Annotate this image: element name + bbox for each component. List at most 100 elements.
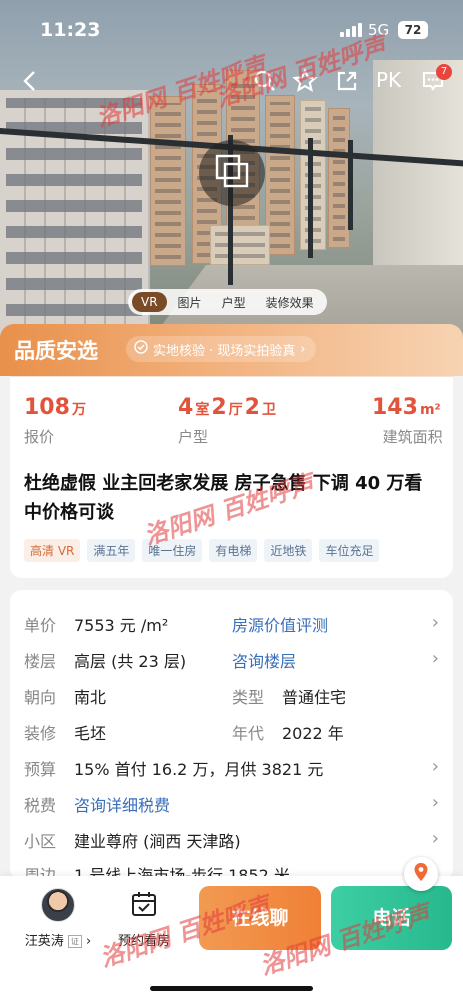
chevron-right-icon[interactable]: › — [432, 612, 439, 633]
layout-block: 4 室 2 厅 2 卫 户型 — [178, 395, 278, 447]
tag: 满五年 — [87, 539, 136, 562]
decoration-value: 毛坯 — [74, 724, 107, 743]
chevron-right-icon[interactable]: › — [432, 756, 439, 777]
consult-floor-link[interactable]: 咨询楼层 — [232, 648, 296, 672]
row-orientation: 朝向 南北 类型 普通住宅 — [10, 678, 453, 714]
row-budget[interactable]: 预算 15% 首付 16.2 万，月供 3821 元 › — [10, 750, 453, 786]
type-value: 普通住宅 — [282, 688, 347, 707]
row-floor: 楼层 高层 (共 23 层) 咨询楼层 › — [10, 642, 453, 678]
quality-title: 品质安选 — [14, 339, 98, 363]
baths-unit: 卫 — [261, 402, 276, 418]
value-assessment-link[interactable]: 房源价值评测 — [232, 612, 328, 636]
vr-view-button[interactable] — [199, 140, 265, 206]
message-count-badge: 7 — [436, 64, 452, 80]
row-tax[interactable]: 税费 咨询详细税费 › — [10, 786, 453, 822]
row-community[interactable]: 小区 建业尊府 (涧西 天津路) › — [10, 822, 453, 858]
area-label: 建筑面积 — [382, 428, 443, 446]
type-key: 类型 — [232, 688, 265, 707]
building — [210, 225, 270, 265]
price-value: 108 — [24, 395, 70, 420]
online-chat-button[interactable]: 在线聊 — [199, 886, 321, 950]
signal-icon — [340, 23, 362, 37]
year-key: 年代 — [232, 724, 265, 743]
building — [150, 96, 186, 266]
tab-decoration[interactable]: 装修效果 — [257, 291, 323, 314]
verify-text: 实地核验 · 现场实拍验真 — [153, 343, 296, 359]
bottom-action-bar: 汪英涛 证 › 预约看房 在线聊 电话 — [0, 876, 463, 1000]
chevron-right-icon[interactable]: › — [432, 792, 439, 813]
listing-headline: 杜绝虚假 业主回老家发展 房子急售 下调 40 万看中价格可谈 — [24, 473, 423, 523]
area-value: 143 — [372, 395, 418, 420]
orientation-key: 朝向 — [24, 688, 57, 707]
battery-icon: 72 — [398, 21, 428, 39]
status-bar: 11:23 5G 72 — [0, 0, 463, 56]
tax-key: 税费 — [24, 796, 57, 815]
location-pin-icon — [413, 862, 429, 886]
verify-pill[interactable]: 实地核验 · 现场实拍验真 › — [126, 336, 316, 362]
appointment-label: 预约看房 — [117, 934, 170, 949]
railing-post — [308, 138, 313, 258]
price-unit: 万 — [71, 402, 86, 418]
budget-value: 15% 首付 16.2 万，月供 3821 元 — [74, 760, 324, 779]
calendar-check-icon — [130, 892, 158, 922]
halls-count: 2 — [211, 395, 227, 420]
chevron-right-icon: › — [300, 341, 306, 357]
tab-floorplan[interactable]: 户型 — [213, 291, 255, 314]
row-unit-price: 单价 7553 元 /m² 房源价值评测 › — [10, 606, 453, 642]
favorite-star-icon[interactable] — [290, 66, 320, 96]
price-label: 报价 — [24, 428, 55, 446]
tag: 近地铁 — [264, 539, 313, 562]
agent-profile[interactable]: 汪英涛 证 › — [18, 888, 98, 949]
layout-label: 户型 — [178, 428, 209, 446]
chevron-right-icon: › — [86, 934, 92, 949]
area-unit: m² — [419, 402, 441, 418]
summary-card: 108 万 报价 4 室 2 厅 2 卫 户型 143 m² 建筑面积 杜绝虚假… — [10, 376, 453, 578]
detail-card: 单价 7553 元 /m² 房源价值评测 › 楼层 高层 (共 23 层) 咨询… — [10, 590, 453, 880]
community-key: 小区 — [24, 832, 57, 851]
decoration-key: 装修 — [24, 724, 57, 743]
compare-pk-button[interactable]: PK — [376, 68, 401, 92]
share-icon[interactable] — [332, 66, 362, 96]
tag-hd-vr: 高清 VR — [24, 539, 81, 562]
building — [300, 100, 326, 250]
chevron-right-icon[interactable]: › — [432, 648, 439, 669]
search-icon[interactable] — [250, 66, 280, 96]
network-label: 5G — [368, 21, 390, 39]
appointment-button[interactable]: 预约看房 — [112, 890, 176, 949]
rooms-count: 4 — [178, 395, 194, 420]
floor-value: 高层 (共 23 层) — [74, 652, 187, 671]
back-icon[interactable] — [14, 66, 44, 96]
tab-photos[interactable]: 图片 — [169, 291, 211, 314]
tag-list: 高清 VR 满五年 唯一住房 有电梯 近地铁 车位充足 — [24, 539, 380, 562]
area-block: 143 m² 建筑面积 — [372, 395, 443, 447]
orientation-value: 南北 — [74, 688, 107, 707]
status-time: 11:23 — [40, 19, 101, 41]
top-nav: PK 7 — [0, 62, 463, 102]
chevron-right-icon[interactable]: › — [432, 828, 439, 849]
call-button[interactable]: 电话 — [331, 886, 452, 950]
agent-avatar[interactable] — [41, 888, 75, 922]
home-indicator — [150, 986, 313, 991]
agent-cert-badge: 证 — [67, 935, 82, 948]
unit-price-value: 7553 元 /m² — [74, 616, 169, 635]
vr-cube-icon — [213, 152, 251, 194]
tag: 唯一住房 — [142, 539, 203, 562]
unit-price-key: 单价 — [24, 616, 57, 635]
tax-link[interactable]: 咨询详细税费 — [74, 792, 170, 816]
building — [328, 108, 350, 248]
quality-banner[interactable]: 品质安选 实地核验 · 现场实拍验真 › — [0, 324, 463, 376]
tab-vr[interactable]: VR — [132, 292, 167, 312]
price-block: 108 万 报价 — [24, 395, 88, 447]
budget-key: 预算 — [24, 760, 57, 779]
community-value: 建业尊府 (涧西 天津路) — [74, 832, 241, 851]
tag: 车位充足 — [319, 539, 380, 562]
halls-unit: 厅 — [228, 402, 243, 418]
media-tabs: VR 图片 户型 装修效果 — [128, 289, 327, 315]
baths-count: 2 — [244, 395, 260, 420]
tag: 有电梯 — [209, 539, 258, 562]
rooms-unit: 室 — [195, 402, 210, 418]
row-decoration: 装修 毛坯 年代 2022 年 — [10, 714, 453, 750]
agent-name: 汪英涛 — [24, 934, 64, 949]
map-pin-button[interactable] — [404, 857, 438, 891]
year-value: 2022 年 — [282, 724, 344, 743]
